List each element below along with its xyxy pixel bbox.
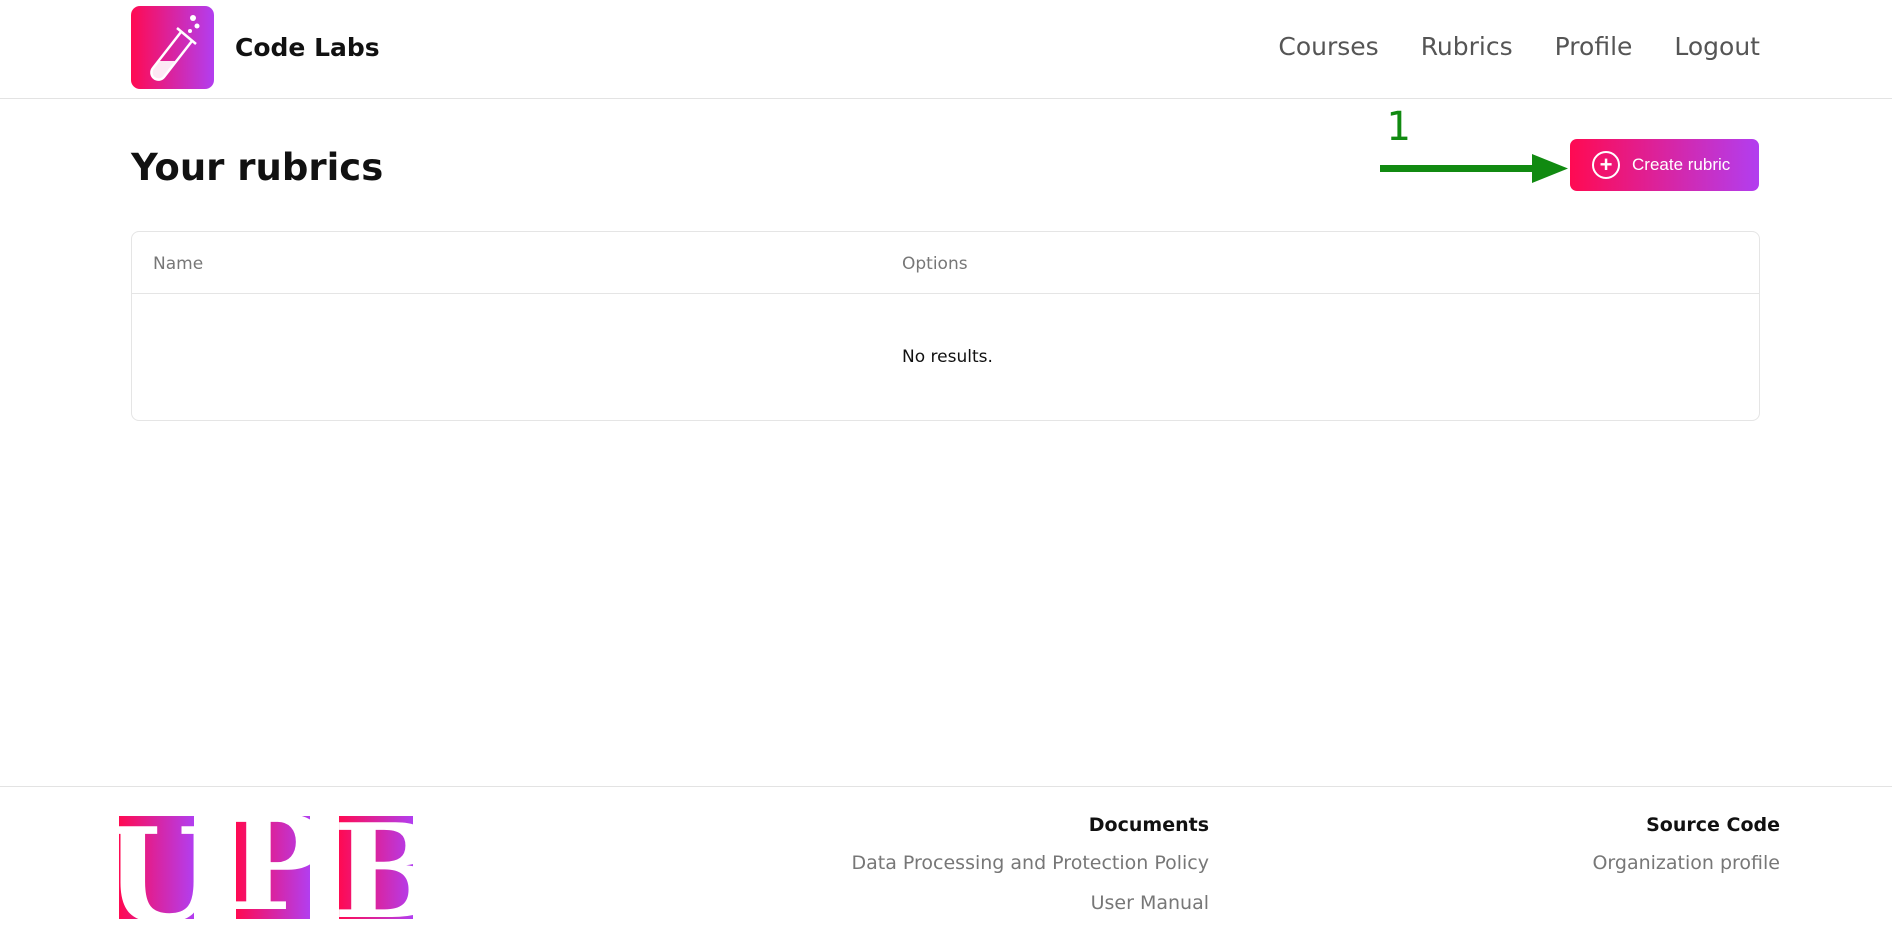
column-options: Options <box>902 254 968 274</box>
link-user-manual[interactable]: User Manual <box>1091 892 1209 914</box>
main-nav: Courses Rubrics Profile Logout <box>1278 32 1760 61</box>
rubrics-table: Name Options No results. <box>131 231 1760 421</box>
annotation-number: 1 <box>1386 104 1411 150</box>
link-organization-profile[interactable]: Organization profile <box>1592 852 1780 874</box>
test-tube-icon <box>150 15 200 81</box>
page-title: Your rubrics <box>131 146 384 189</box>
empty-state: No results. <box>902 347 993 367</box>
create-rubric-label: Create rubric <box>1632 155 1731 174</box>
nav-rubrics[interactable]: Rubrics <box>1421 32 1513 61</box>
footer: U P B Documents Data Processing and Prot… <box>0 786 1892 938</box>
svg-text:P: P <box>228 809 326 919</box>
table-header: Name Options <box>132 232 1759 294</box>
link-data-policy[interactable]: Data Processing and Protection Policy <box>851 852 1209 874</box>
documents-heading: Documents <box>1088 814 1209 836</box>
create-rubric-button[interactable]: + Create rubric <box>1570 139 1759 191</box>
column-name: Name <box>153 254 204 274</box>
nav-courses[interactable]: Courses <box>1278 32 1378 61</box>
app-logo[interactable] <box>131 6 214 89</box>
nav-logout[interactable]: Logout <box>1674 32 1760 61</box>
upb-logo: U P B <box>118 809 418 919</box>
source-heading: Source Code <box>1646 814 1780 836</box>
footer-documents: Documents Data Processing and Protection… <box>851 814 1209 932</box>
annotation-arrow-icon <box>1380 154 1568 183</box>
brand-name[interactable]: Code Labs <box>235 33 380 62</box>
svg-text:B: B <box>333 809 418 919</box>
svg-text:U: U <box>118 809 217 919</box>
footer-source: Source Code Organization profile <box>1592 814 1780 892</box>
top-header: Code Labs Courses Rubrics Profile Logout <box>0 0 1892 99</box>
plus-circle-icon: + <box>1592 151 1620 179</box>
nav-profile[interactable]: Profile <box>1555 32 1633 61</box>
